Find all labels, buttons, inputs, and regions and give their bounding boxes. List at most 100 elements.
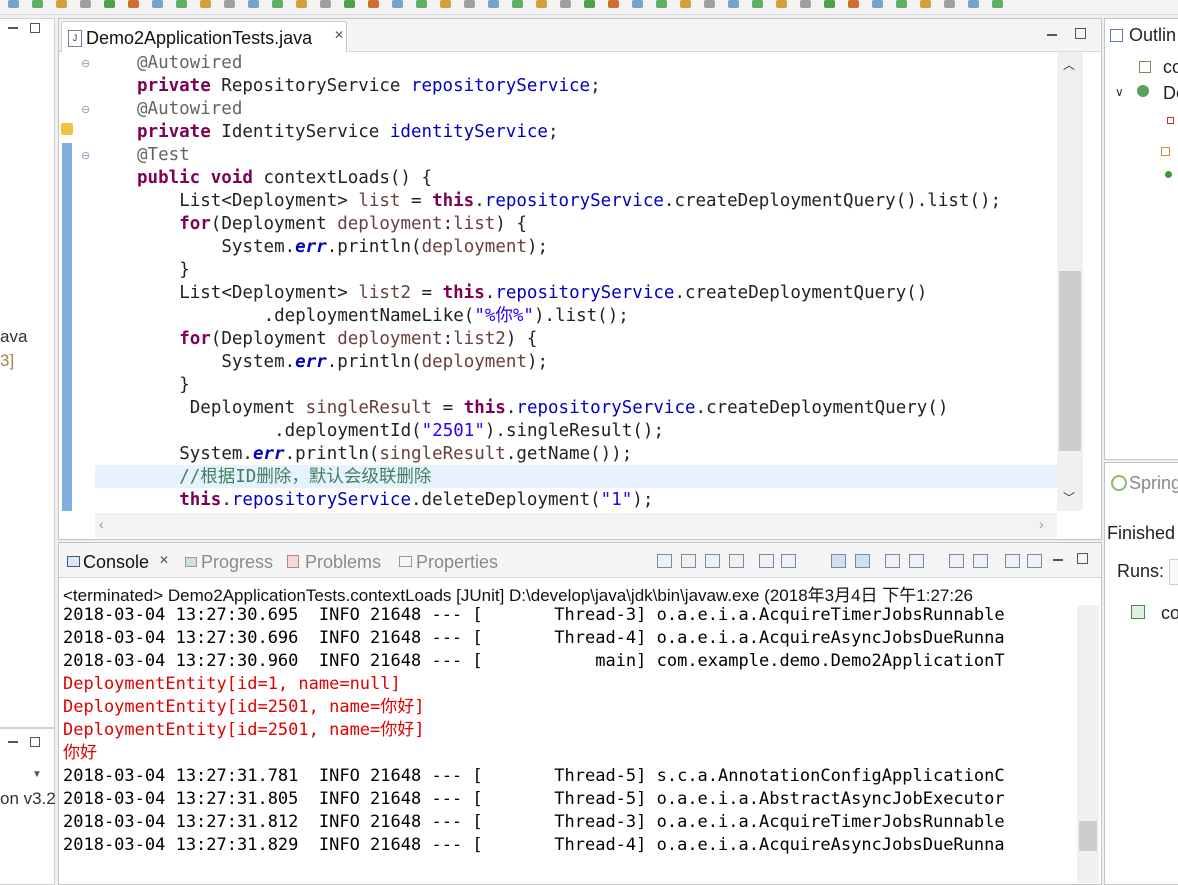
terminate-icon[interactable] <box>681 554 696 568</box>
test-suite-item[interactable]: cor <box>1161 603 1178 624</box>
code-line[interactable]: .deploymentId("2501").singleResult(); <box>274 420 664 443</box>
scroll-up-icon[interactable]: ︿ <box>1063 56 1075 73</box>
fold-icon[interactable]: ⊖ <box>81 151 90 162</box>
code-line[interactable]: System.err.println(deployment); <box>221 351 548 374</box>
toolbar-button-icon[interactable] <box>464 0 475 8</box>
code-line[interactable]: } <box>179 259 190 282</box>
scroll-left-icon[interactable]: ‹ <box>99 516 104 532</box>
open-console-icon[interactable] <box>949 554 964 568</box>
new-console-icon[interactable] <box>885 554 900 568</box>
code-line[interactable]: System.err.println(singleResult.getName(… <box>179 443 632 466</box>
fold-icon[interactable]: ⊖ <box>81 59 90 70</box>
outline-item-class[interactable]: De <box>1163 83 1178 104</box>
toolbar-button-icon[interactable] <box>56 0 67 8</box>
remove-all-icon[interactable] <box>729 554 744 568</box>
outline-item-imports[interactable]: co <box>1163 57 1178 78</box>
toolbar-button-icon[interactable] <box>536 0 547 8</box>
show-stdout-icon[interactable] <box>831 554 846 568</box>
toolbar-button-icon[interactable] <box>872 0 883 8</box>
close-icon[interactable]: ✕ <box>334 28 344 42</box>
toolbar-button-icon[interactable] <box>392 0 403 8</box>
maximize-icon[interactable] <box>1077 553 1088 564</box>
code-line[interactable]: Deployment singleResult = this.repositor… <box>190 397 949 420</box>
minimize-icon[interactable] <box>8 741 18 743</box>
warning-icon[interactable] <box>61 123 73 135</box>
tab-problems[interactable]: Problems <box>305 552 381 573</box>
toolbar-button-icon[interactable] <box>8 0 19 8</box>
toolbar-button-icon[interactable] <box>296 0 307 8</box>
toolbar-button-icon[interactable] <box>728 0 739 8</box>
remove-launch-icon[interactable] <box>705 554 720 568</box>
expand-icon[interactable]: ∨ <box>1115 85 1124 99</box>
minimize-icon[interactable] <box>1047 34 1057 36</box>
toolbar-button-icon[interactable] <box>80 0 91 8</box>
toolbar-button-icon[interactable] <box>176 0 187 8</box>
server-item-text[interactable]: on v3.2 <box>0 789 56 809</box>
code-line[interactable]: this.repositoryService.deleteDeployment(… <box>179 489 653 512</box>
toolbar-button-icon[interactable] <box>800 0 811 8</box>
toolbar-button-icon[interactable] <box>440 0 451 8</box>
display-console-icon[interactable] <box>909 554 924 568</box>
fold-icon[interactable]: ⊖ <box>81 105 90 116</box>
toolbar-button-icon[interactable] <box>32 0 43 8</box>
toolbar-button-icon[interactable] <box>128 0 139 8</box>
toolbar-button-icon[interactable] <box>632 0 643 8</box>
show-stderr-icon[interactable] <box>855 554 870 568</box>
toolbar-button-icon[interactable] <box>896 0 907 8</box>
code-line[interactable]: List<Deployment> list = this.repositoryS… <box>179 190 1001 213</box>
link-icon[interactable] <box>1005 554 1020 568</box>
code-line[interactable]: } <box>179 374 190 397</box>
scroll-down-icon[interactable]: ﹀ <box>1063 489 1075 506</box>
code-line[interactable]: @Test <box>137 144 190 167</box>
toolbar-button-icon[interactable] <box>824 0 835 8</box>
minimize-icon[interactable] <box>1053 559 1063 561</box>
toolbar-button-icon[interactable] <box>776 0 787 8</box>
toolbar-button-icon[interactable] <box>656 0 667 8</box>
open-console-menu-icon[interactable] <box>973 554 988 568</box>
toolbar-button-icon[interactable] <box>224 0 235 8</box>
close-icon[interactable]: ✕ <box>159 553 169 567</box>
outline-title[interactable]: Outlin <box>1129 25 1176 46</box>
editor-scroll-thumb[interactable] <box>1059 271 1081 451</box>
toolbar-button-icon[interactable] <box>848 0 859 8</box>
toolbar-button-icon[interactable] <box>368 0 379 8</box>
toolbar-button-icon[interactable] <box>512 0 523 8</box>
code-line[interactable]: for(Deployment deployment:list2) { <box>179 328 537 351</box>
toolbar-button-icon[interactable] <box>584 0 595 8</box>
spelling-icon[interactable] <box>1027 554 1042 568</box>
view-menu-icon[interactable]: ▼ <box>32 769 42 780</box>
maximize-icon[interactable] <box>30 737 40 747</box>
tab-properties[interactable]: Properties <box>416 552 498 573</box>
toolbar-button-icon[interactable] <box>344 0 355 8</box>
console-scroll-thumb[interactable] <box>1079 821 1097 851</box>
toolbar-button-icon[interactable] <box>992 0 1003 8</box>
maximize-icon[interactable] <box>1075 28 1086 39</box>
code-line[interactable]: private RepositoryService repositoryServ… <box>137 75 601 98</box>
editor-tab[interactable]: J Demo2ApplicationTests.java ✕ <box>61 21 347 52</box>
maximize-icon[interactable] <box>30 23 40 33</box>
toolbar-button-icon[interactable] <box>944 0 955 8</box>
toolbar-button-icon[interactable] <box>560 0 571 8</box>
code-line[interactable]: List<Deployment> list2 = this.repository… <box>179 282 927 305</box>
scroll-right-icon[interactable]: › <box>1039 516 1044 532</box>
pin-console-icon[interactable] <box>657 554 672 568</box>
tab-console[interactable]: Console <box>83 552 149 573</box>
toolbar-button-icon[interactable] <box>488 0 499 8</box>
code-line[interactable]: @Autowired <box>137 98 242 121</box>
code-line[interactable]: System.err.println(deployment); <box>221 236 548 259</box>
toolbar-button-icon[interactable] <box>680 0 691 8</box>
code-line[interactable]: private IdentityService identityService; <box>137 121 558 144</box>
scroll-lock-icon[interactable] <box>759 554 774 568</box>
explorer-item-text[interactable]: ava <box>0 327 27 347</box>
toolbar-button-icon[interactable] <box>704 0 715 8</box>
code-line[interactable]: //根据ID删除，默认会级联删除 <box>179 466 431 489</box>
toolbar-button-icon[interactable] <box>272 0 283 8</box>
toolbar-button-icon[interactable] <box>968 0 979 8</box>
code-line[interactable]: .deploymentNameLike("%你%").list(); <box>264 305 629 328</box>
toolbar-button-icon[interactable] <box>920 0 931 8</box>
toolbar-button-icon[interactable] <box>104 0 115 8</box>
code-line[interactable]: @Autowired <box>137 52 242 75</box>
toolbar-button-icon[interactable] <box>416 0 427 8</box>
toolbar-button-icon[interactable] <box>752 0 763 8</box>
code-line[interactable]: public void contextLoads() { <box>137 167 432 190</box>
